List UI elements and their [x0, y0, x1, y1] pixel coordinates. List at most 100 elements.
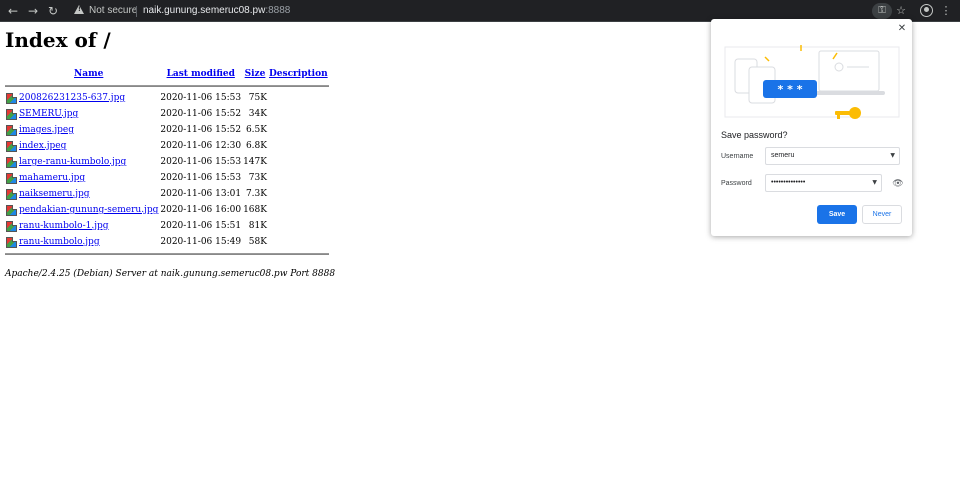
- file-icon-cell: [5, 186, 18, 202]
- directory-listing-page: Index of / Name Last modified Size Descr…: [5, 28, 335, 279]
- masked-password-graphic: * * *: [778, 83, 803, 96]
- file-icon-cell: [5, 122, 18, 138]
- file-name-cell: large-ranu-kumbolo.jpg: [18, 154, 159, 170]
- file-description-cell: [268, 106, 329, 122]
- file-modified-cell: 2020-11-06 16:00: [160, 205, 242, 215]
- password-illustration: * * *: [724, 45, 900, 119]
- file-link[interactable]: mahameru.jpg: [19, 173, 85, 183]
- kebab-menu-icon[interactable]: ⋮: [940, 2, 952, 20]
- reload-button[interactable]: ↻: [44, 2, 62, 20]
- file-name-cell: pendakian-gunung-semeru.jpg: [18, 202, 159, 218]
- file-link[interactable]: naiksemeru.jpg: [19, 189, 90, 199]
- file-description-cell: [268, 202, 329, 218]
- file-name-cell: ranu-kumbolo-1.jpg: [18, 218, 159, 234]
- url-port: :8888: [265, 5, 291, 16]
- file-name-cell: mahameru.jpg: [18, 170, 159, 186]
- forward-button[interactable]: →: [24, 2, 42, 20]
- star-icon[interactable]: ☆: [894, 2, 908, 20]
- close-icon[interactable]: ✕: [896, 23, 908, 35]
- file-list: 200826231235-637.jpg 2020-11-06 15:53 75K S…: [5, 90, 329, 250]
- image-file-icon: [6, 236, 17, 248]
- image-file-icon: [6, 108, 17, 120]
- footer-divider-row: [5, 250, 329, 258]
- show-password-eye-icon[interactable]: 👁: [892, 178, 904, 190]
- file-icon-cell: [5, 154, 18, 170]
- file-size-cell: 75K: [248, 93, 267, 103]
- table-row: 200826231235-637.jpg 2020-11-06 15:53 75K: [5, 90, 329, 106]
- profile-avatar-icon[interactable]: [920, 4, 933, 17]
- file-table: Name Last modified Size Description 2008…: [5, 66, 329, 258]
- save-password-dialog: ✕ * * * Save password? Username semeru ▼…: [711, 19, 912, 236]
- file-size-cell: 73K: [248, 173, 267, 183]
- url-host: naik.gunung.semeruc08.pw: [143, 5, 266, 16]
- never-button[interactable]: Never: [862, 205, 902, 224]
- url-text[interactable]: naik.gunung.semeruc08.pw:8888: [143, 4, 290, 18]
- file-link[interactable]: large-ranu-kumbolo.jpg: [19, 157, 126, 167]
- address-bar[interactable]: Not secure naik.gunung.semeruc08.pw:8888: [66, 2, 926, 20]
- file-description-cell: [268, 138, 329, 154]
- file-icon-cell: [5, 106, 18, 122]
- file-description-cell: [268, 122, 329, 138]
- arrow-right-icon: →: [27, 4, 39, 18]
- password-select[interactable]: •••••••••••••• ▼: [765, 174, 882, 192]
- image-file-icon: [6, 124, 17, 136]
- file-link[interactable]: SEMERU.jpg: [19, 109, 78, 119]
- save-button[interactable]: Save: [817, 205, 857, 224]
- file-description-cell: [268, 154, 329, 170]
- file-link[interactable]: index.jpeg: [19, 141, 66, 151]
- key-icon[interactable]: ⚿: [872, 3, 892, 19]
- file-modified-cell: 2020-11-06 15:53: [160, 157, 242, 167]
- username-select[interactable]: semeru ▼: [765, 147, 900, 165]
- sort-by-size-link[interactable]: Size: [245, 69, 266, 79]
- file-modified-cell: 2020-11-06 15:53: [160, 173, 242, 183]
- table-row: naiksemeru.jpg 2020-11-06 13:01 7.3K: [5, 186, 329, 202]
- reload-icon: ↻: [47, 4, 59, 18]
- table-row: large-ranu-kumbolo.jpg 2020-11-06 15:53 14…: [5, 154, 329, 170]
- back-button[interactable]: ←: [4, 2, 22, 20]
- file-link[interactable]: 200826231235-637.jpg: [19, 93, 125, 103]
- file-name-cell: images.jpeg: [18, 122, 159, 138]
- file-name-cell: 200826231235-637.jpg: [18, 90, 159, 106]
- file-size-cell: 168K: [243, 205, 267, 215]
- file-icon-cell: [5, 218, 18, 234]
- username-label: Username: [721, 153, 754, 160]
- file-link[interactable]: pendakian-gunung-semeru.jpg: [19, 205, 158, 215]
- file-modified-cell: 2020-11-06 15:51: [160, 221, 242, 231]
- file-size-cell: 81K: [248, 221, 267, 231]
- divider: [136, 6, 137, 17]
- divider: [5, 85, 329, 87]
- table-row: pendakian-gunung-semeru.jpg 2020-11-06 16…: [5, 202, 329, 218]
- file-size-cell: 34K: [248, 109, 267, 119]
- sort-by-description-link[interactable]: Description: [269, 69, 328, 79]
- image-file-icon: [6, 172, 17, 184]
- file-modified-cell: 2020-11-06 15:52: [160, 109, 242, 119]
- file-link[interactable]: ranu-kumbolo-1.jpg: [19, 221, 109, 231]
- file-size-cell: 6.8K: [245, 141, 267, 151]
- file-size-cell: 58K: [248, 237, 267, 247]
- image-file-icon: [6, 156, 17, 168]
- file-modified-cell: 2020-11-06 15:49: [160, 237, 242, 247]
- file-link[interactable]: ranu-kumbolo.jpg: [19, 237, 100, 247]
- dropdown-arrow-icon[interactable]: ▼: [890, 148, 895, 164]
- icon-column-header: [5, 66, 18, 82]
- sort-by-modified-link[interactable]: Last modified: [167, 69, 235, 79]
- modified-column-header: Last modified: [159, 66, 242, 82]
- file-link[interactable]: images.jpeg: [19, 125, 74, 135]
- table-row: mahameru.jpg 2020-11-06 15:53 73K: [5, 170, 329, 186]
- file-size-cell: 6.5K: [245, 125, 267, 135]
- file-icon-cell: [5, 90, 18, 106]
- warning-icon: [74, 5, 84, 14]
- table-row: ranu-kumbolo-1.jpg 2020-11-06 15:51 81K: [5, 218, 329, 234]
- server-signature: Apache/2.4.25 (Debian) Server at naik.gu…: [5, 269, 336, 279]
- table-header-row: Name Last modified Size Description: [5, 66, 329, 82]
- dialog-title: Save password?: [721, 130, 788, 140]
- security-indicator[interactable]: Not secure: [89, 4, 137, 18]
- image-file-icon: [6, 204, 17, 216]
- dropdown-arrow-icon[interactable]: ▼: [872, 175, 877, 191]
- file-icon-cell: [5, 234, 18, 250]
- image-file-icon: [6, 92, 17, 104]
- sort-by-name-link[interactable]: Name: [74, 69, 103, 79]
- file-description-cell: [268, 186, 329, 202]
- file-modified-cell: 2020-11-06 15:53: [160, 93, 242, 103]
- image-file-icon: [6, 220, 17, 232]
